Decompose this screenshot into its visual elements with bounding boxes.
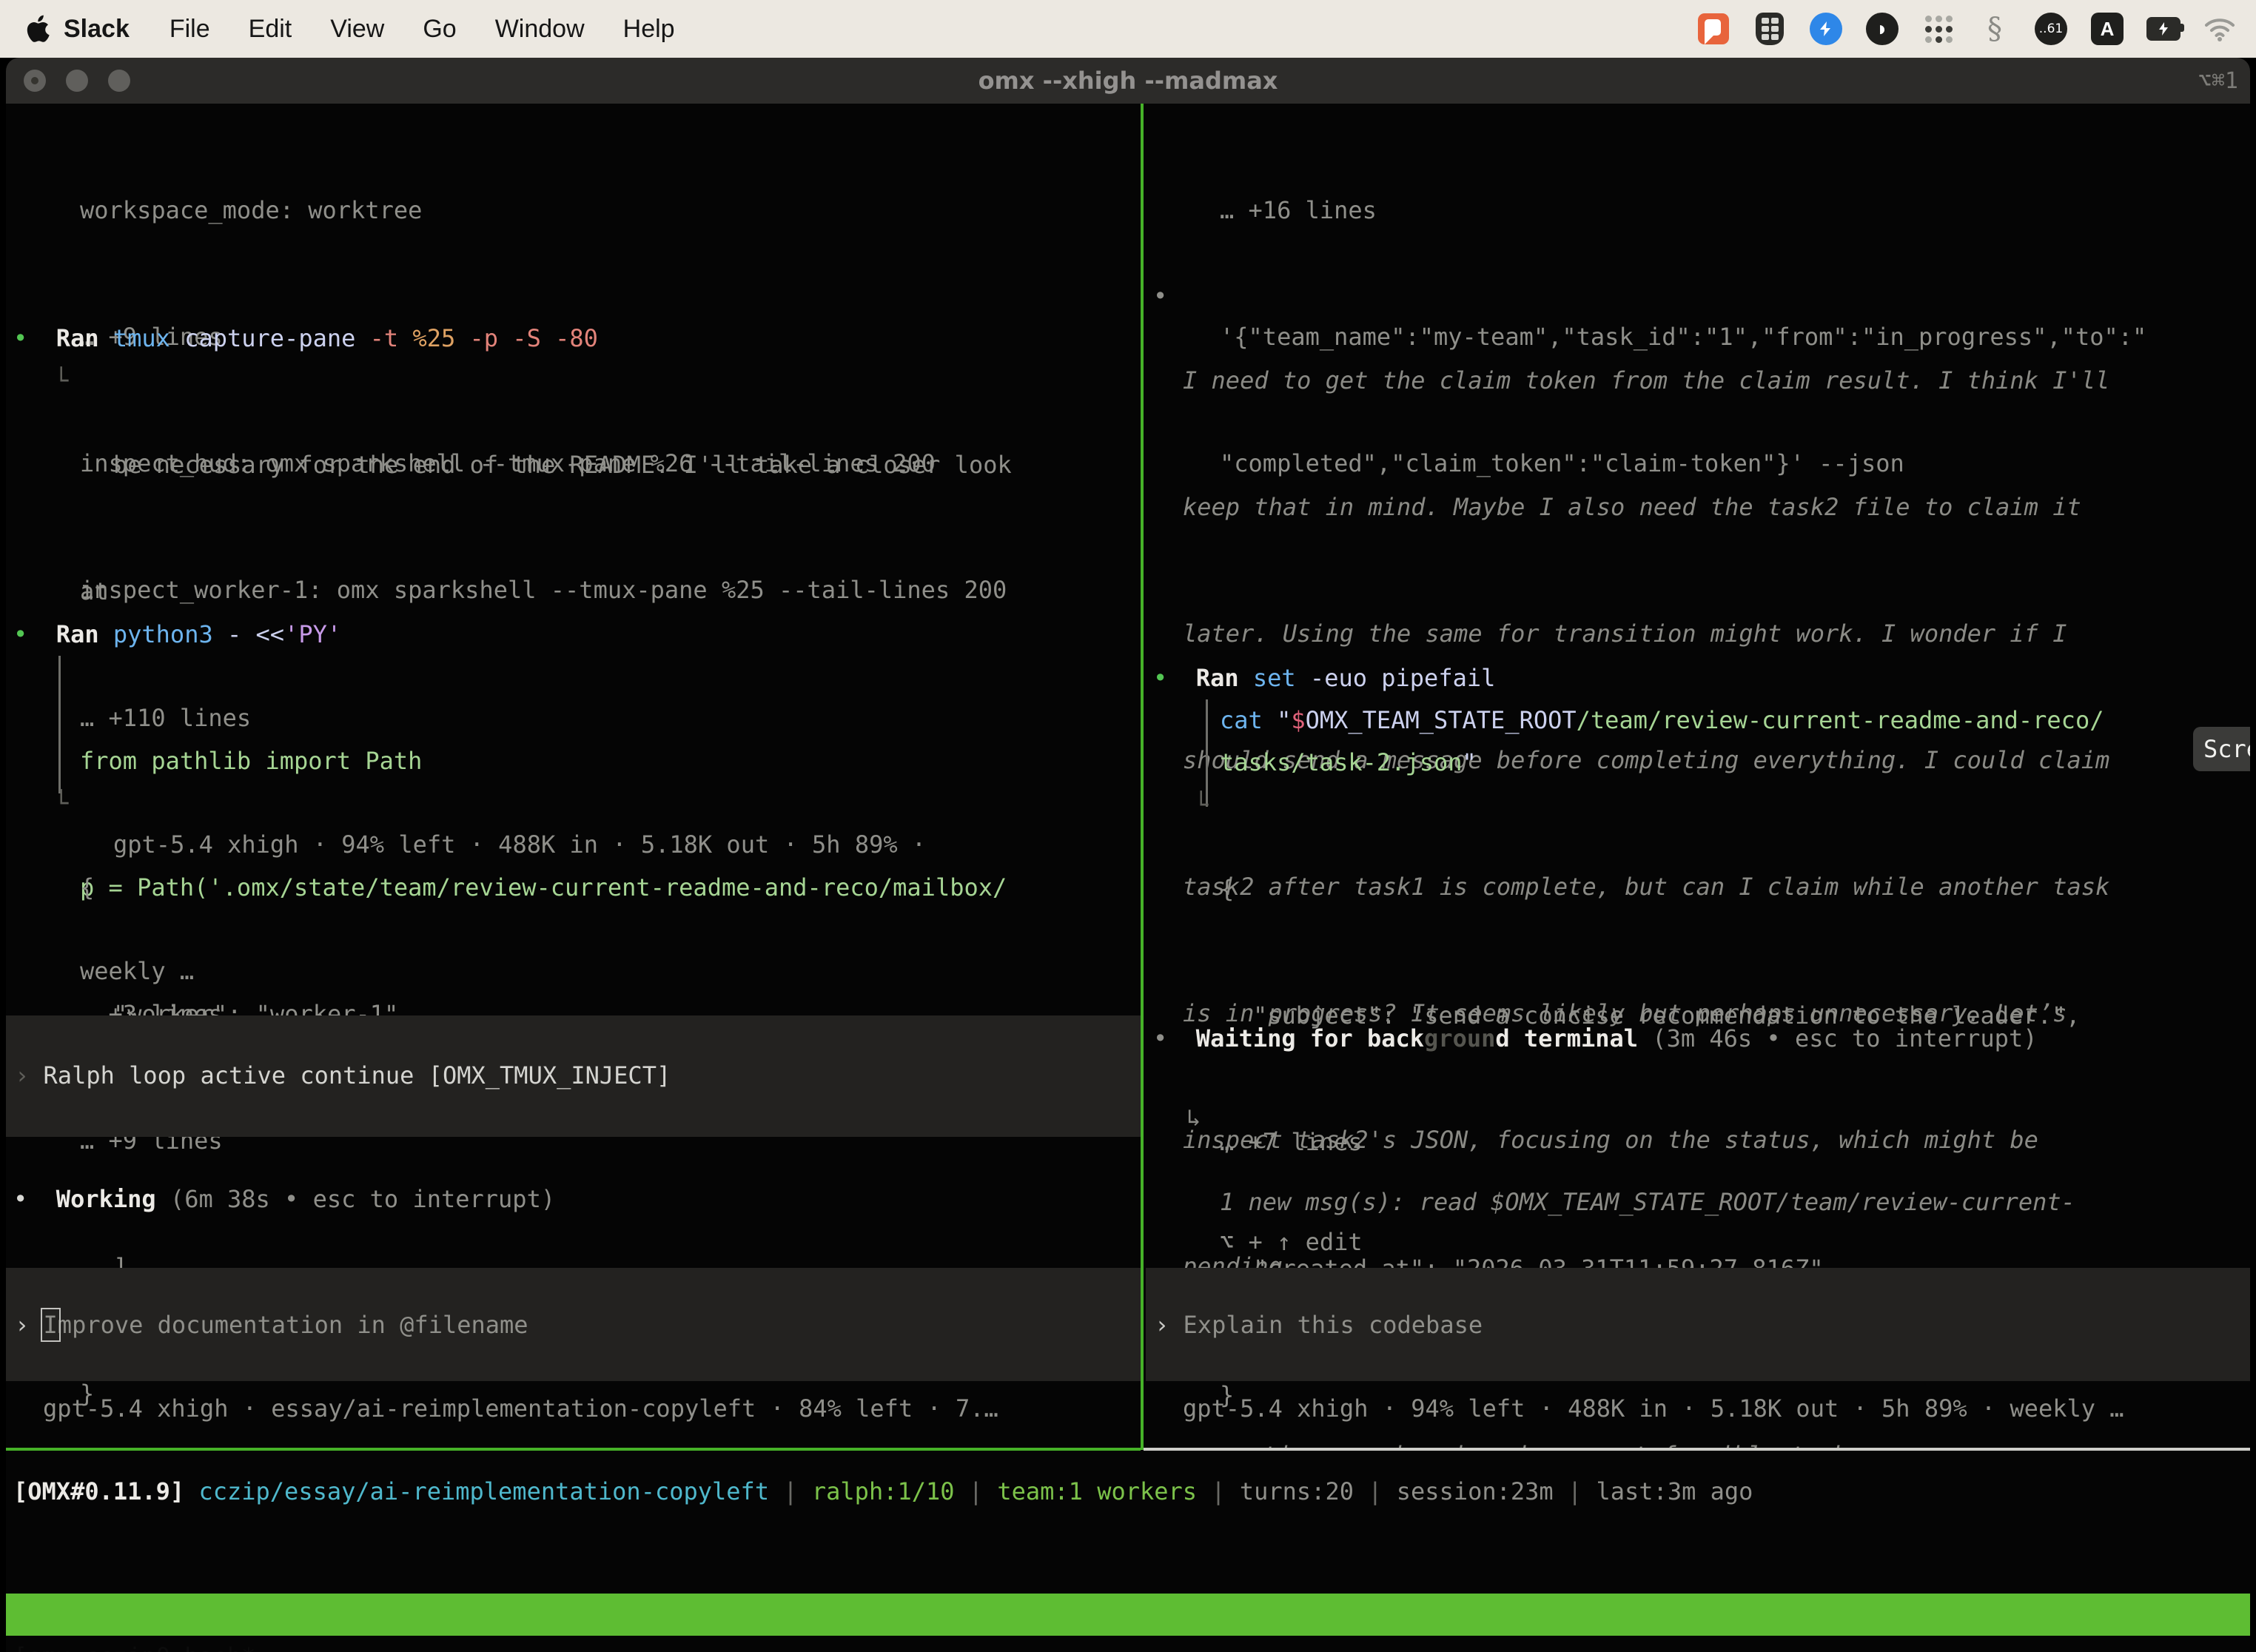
working-status-line: • Working (6m 38s • esc to interrupt): [13, 1178, 555, 1220]
battery-icon[interactable]: [2146, 12, 2181, 46]
wifi-icon[interactable]: [2203, 12, 2237, 46]
truncation-note: … +16 lines: [1220, 189, 2146, 232]
chat-icon[interactable]: [1696, 12, 1730, 46]
input-source-icon[interactable]: A: [2090, 12, 2124, 46]
right-session-status: gpt-5.4 xhigh · 94% left · 488K in · 5.1…: [1183, 1388, 2124, 1430]
left-input-text[interactable]: › Improve documentation in @filename: [15, 1304, 528, 1346]
terminal-content: workspace_mode: worktree … +9 lines insp…: [6, 104, 2250, 1652]
apple-menu-icon[interactable]: [25, 14, 50, 44]
right-pane: … +16 lines '{"team_name":"my-team","tas…: [1146, 104, 2250, 1448]
prompt-chevron-icon: ›: [15, 1061, 44, 1089]
cat-command-line: cat "$OMX_TEAM_STATE_ROOT/team/review-cu…: [1220, 699, 2104, 742]
window-shortcut-hint: ⌥⌘1: [2198, 68, 2238, 94]
close-button[interactable]: [24, 70, 46, 92]
shield-grid-icon[interactable]: [1753, 12, 1787, 46]
crescent-icon[interactable]: ◗: [1865, 12, 1899, 46]
thinking-text: keep that in mind. Maybe I also need the…: [1183, 486, 2109, 528]
menu-item-view[interactable]: View: [330, 15, 384, 44]
menu-item-go[interactable]: Go: [423, 15, 456, 44]
traffic-lights: [24, 70, 130, 92]
run-bullet-icon: •: [13, 324, 27, 352]
inject-banner-text: › Ralph loop active continue [OMX_TMUX_I…: [15, 1055, 671, 1097]
left-pane: workspace_mode: worktree … +9 lines insp…: [6, 104, 1141, 1448]
badge-61-icon[interactable]: ..61: [2034, 12, 2068, 46]
json-text: {: [1220, 868, 2080, 910]
terminal-text: workspace_mode: worktree: [80, 189, 1007, 232]
omx-session-time: session:23m: [1397, 1477, 1554, 1505]
thinking-text: I need to get the claim token from the c…: [1183, 360, 2109, 402]
ran-python-line: • Ran python3 - <<'PY': [13, 614, 341, 656]
thinking-text: later. Using the same for transition mig…: [1183, 613, 2109, 655]
run-bullet-icon: •: [1153, 664, 1167, 692]
pane-border-bottom-left[interactable]: [6, 1448, 1141, 1451]
mail-text: 1 new msg(s): read $OMX_TEAM_STATE_ROOT/…: [1220, 1181, 2075, 1223]
text-cursor: I: [44, 1311, 58, 1339]
window-title: omx --xhigh --madmax: [978, 67, 1278, 95]
zoom-button[interactable]: [108, 70, 130, 92]
omx-last-activity: last:3m ago: [1596, 1477, 1753, 1505]
menu-status-icons: ◗ § ..61 A: [1696, 12, 2237, 46]
menu-item-help[interactable]: Help: [623, 15, 675, 44]
omx-status-line: [OMX#0.11.9] cczip/essay/ai-reimplementa…: [13, 1471, 1753, 1513]
edit-hint: ⌥ + ↑ edit: [1220, 1221, 1363, 1263]
cat-command-line2: tasks/task-2.json": [1220, 742, 1477, 784]
ran-tmux-line: • Ran tmux capture-pane -t %25 -p -S -80: [13, 318, 598, 360]
minimize-button[interactable]: [66, 70, 88, 92]
menu-item-file[interactable]: File: [169, 15, 210, 44]
prompt-chevron-icon: ›: [1155, 1311, 1184, 1339]
status-bullet-icon: •: [1153, 1024, 1182, 1052]
tmux-status-bar: [omx-cczip0:bash* "MacBook-Pro-44.local"…: [6, 1594, 2250, 1636]
omx-session-name: cczip/essay/ai-reimplementation-copyleft: [184, 1477, 769, 1505]
screen: Slack File Edit View Go Window Help ◗ § …: [0, 0, 2256, 1652]
right-input-text[interactable]: › Explain this codebase: [1155, 1304, 1483, 1346]
menu-bar: Slack File Edit View Go Window Help ◗ § …: [0, 0, 2256, 58]
status-bullet-icon: •: [13, 1185, 42, 1213]
waiting-status-line: • Waiting for background terminal (3m 46…: [1153, 1018, 2037, 1060]
input-placeholder: Explain this codebase: [1184, 1311, 1483, 1339]
omx-team-count: team:1 workers: [997, 1477, 1197, 1505]
left-session-status: gpt-5.4 xhigh · essay/ai-reimplementatio…: [43, 1388, 998, 1430]
terminal-text: at: [80, 571, 1012, 613]
omx-version-badge: [OMX#0.11.9]: [13, 1477, 184, 1505]
mail-arrow-icon: ↳: [1186, 1097, 1201, 1139]
tmux-session-window: [omx-cczip0:bash*: [13, 1636, 256, 1652]
pane-border-bottom-right[interactable]: [1144, 1448, 2250, 1451]
input-placeholder: mprove documentation in @filename: [58, 1311, 528, 1339]
messenger-icon[interactable]: [1809, 12, 1843, 46]
menu-item-window[interactable]: Window: [495, 15, 585, 44]
app-menu-slack[interactable]: Slack: [64, 15, 130, 44]
ran-set-line: • Ran set -euo pipefail: [1153, 657, 1495, 699]
omx-turns: turns:20: [1240, 1477, 1354, 1505]
window-titlebar[interactable]: omx --xhigh --madmax ⌥⌘1: [6, 58, 2250, 104]
pane-divider-vertical[interactable]: [1141, 104, 1144, 1450]
menu-item-edit[interactable]: Edit: [249, 15, 292, 44]
dots-grid-icon[interactable]: [1921, 12, 1955, 46]
terminal-text: be necessary for the end of the README. …: [113, 444, 1012, 486]
omx-ralph-count: ralph:1/10: [812, 1477, 955, 1505]
code-line: from pathlib import Path: [80, 740, 1007, 782]
terminal-window: omx --xhigh --madmax ⌥⌘1 workspace_mode:…: [6, 58, 2250, 1652]
thinking-bullet-icon: •: [1153, 275, 1167, 318]
json-text: {: [80, 867, 413, 909]
run-bullet-icon: •: [13, 620, 27, 648]
screen-tooltip: Scre: [2193, 727, 2250, 771]
prompt-chevron-icon: ›: [15, 1311, 44, 1339]
mail-text: continue assigned work or next feasible …: [1220, 1434, 2075, 1448]
squiggle-icon[interactable]: §: [1978, 12, 2012, 46]
